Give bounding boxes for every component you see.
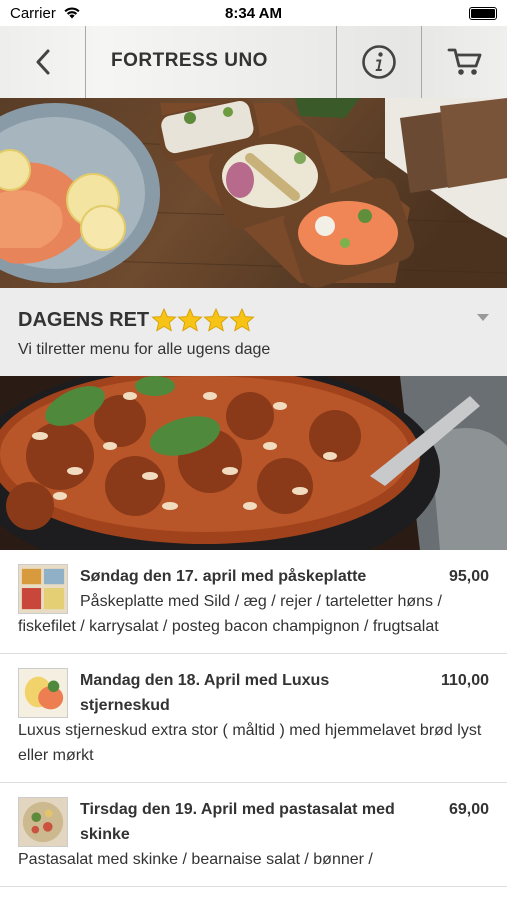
menu-item-thumbnail	[18, 668, 68, 718]
status-bar: Carrier 8:34 AM	[0, 0, 507, 26]
menu-item-price: 95,00	[448, 568, 489, 585]
rating-stars	[151, 308, 255, 332]
menu-item-thumbnail	[18, 564, 68, 614]
menu-item-thumbnail	[18, 797, 68, 847]
menu-item[interactable]: Søndag den 17. april med påskeplatte 95,…	[0, 550, 507, 654]
cart-icon	[447, 48, 481, 75]
menu-item-description: Påskeplatte med Sild / æg / rejer / tart…	[18, 593, 442, 635]
menu-item[interactable]: Tirsdag den 19. April med pastasalat med…	[0, 783, 507, 887]
hero-food-image	[0, 98, 507, 288]
menu-item[interactable]: Mandag den 18. April med Luxus stjernesk…	[0, 654, 507, 783]
menu-item-description: Pastasalat med skinke / bearnaise salat …	[18, 851, 373, 868]
battery-icon	[469, 7, 497, 20]
section-title: DAGENS RET	[18, 308, 255, 332]
menu-item-title: Tirsdag den 19. April med pastasalat med…	[80, 801, 395, 843]
star-icon	[229, 308, 255, 332]
section-header[interactable]: DAGENS RET Vi tilretter menu for alle ug…	[0, 288, 507, 376]
star-icon	[177, 308, 203, 332]
chevron-down-icon[interactable]	[477, 314, 489, 322]
info-icon	[362, 45, 396, 79]
info-button[interactable]	[336, 26, 422, 98]
menu-item-price: 110,00	[440, 672, 489, 689]
section-subtitle: Vi tilretter menu for alle ugens dage	[18, 341, 271, 358]
menu-list: Søndag den 17. april med påskeplatte 95,…	[0, 550, 507, 900]
status-time: 8:34 AM	[225, 5, 282, 22]
menu-item-description: Luxus stjerneskud extra stor ( måltid ) …	[18, 722, 482, 764]
section-title-text: DAGENS RET	[18, 308, 150, 331]
menu-item-price: 69,00	[448, 801, 489, 818]
star-icon	[151, 308, 177, 332]
menu-item-title: Mandag den 18. April med Luxus stjernesk…	[80, 672, 330, 714]
cart-button[interactable]	[422, 26, 507, 98]
chevron-left-icon	[36, 49, 49, 75]
page-title: FORTRESS UNO	[111, 50, 268, 71]
back-button[interactable]	[0, 26, 86, 98]
banner-food-image	[0, 376, 507, 550]
menu-item-title: Søndag den 17. april med påskeplatte	[80, 568, 367, 585]
star-icon	[203, 308, 229, 332]
navigation-bar: FORTRESS UNO	[0, 26, 507, 98]
